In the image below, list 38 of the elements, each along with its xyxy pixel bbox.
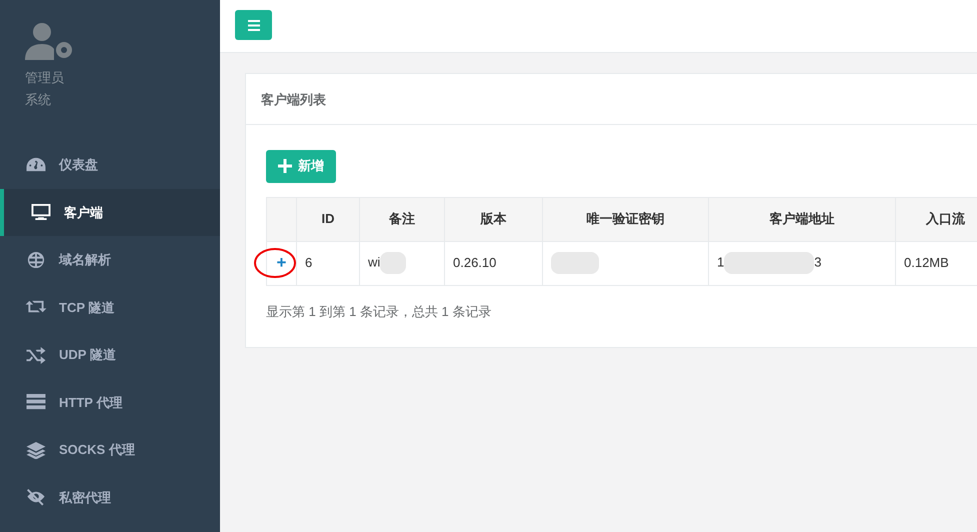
column-header: 唯一验证密钥 bbox=[542, 197, 708, 241]
column-header: 入口流 bbox=[896, 197, 977, 241]
user-role: 系统 bbox=[25, 90, 51, 108]
add-button[interactable]: 新增 bbox=[266, 150, 336, 182]
globe-icon bbox=[25, 250, 47, 269]
dashboard-icon bbox=[25, 156, 47, 174]
annotation-circle bbox=[253, 247, 297, 279]
eye-slash-icon bbox=[25, 488, 47, 506]
user-name: 管理员 bbox=[25, 69, 64, 87]
sidebar-item[interactable]: SOCKS 代理 bbox=[0, 426, 220, 474]
admin-user-icon bbox=[25, 22, 75, 62]
shuffle-icon bbox=[25, 346, 47, 364]
layers-icon bbox=[25, 440, 47, 459]
server-icon bbox=[25, 393, 47, 412]
expand-toggle[interactable]: + bbox=[276, 253, 286, 272]
column-header: 版本 bbox=[444, 197, 542, 241]
table-cell: 1 bbox=[717, 254, 724, 270]
table-cell: 6 bbox=[305, 255, 312, 270]
table-cell: 3 bbox=[814, 254, 822, 270]
pagination-info: 显示第 1 到第 1 条记录，总共 1 条记录 bbox=[266, 302, 492, 320]
sidebar-item[interactable]: 域名解析 bbox=[0, 236, 220, 284]
sidebar-item[interactable]: UDP 隧道 bbox=[0, 331, 220, 378]
sidebar-item[interactable]: 客户端 bbox=[0, 188, 220, 236]
table-cell: 0.12MB bbox=[904, 255, 949, 270]
sidebar-item[interactable]: HTTP 代理 bbox=[0, 378, 220, 426]
column-header: 客户端地址 bbox=[708, 197, 896, 241]
plus-icon bbox=[278, 159, 292, 173]
monitor-icon bbox=[30, 203, 52, 222]
sidebar-item[interactable]: TCP 隧道 bbox=[0, 284, 220, 331]
sidebar-item[interactable]: 仪表盘 bbox=[0, 141, 220, 188]
table-cell: 0.26.10 bbox=[453, 255, 496, 270]
menu-button[interactable] bbox=[235, 10, 272, 40]
menu-icon bbox=[248, 20, 260, 32]
sidebar-item[interactable]: 私密代理 bbox=[0, 474, 220, 521]
panel-title: 客户端列表 bbox=[246, 74, 977, 124]
table-cell: wi bbox=[368, 254, 380, 270]
column-header: 备注 bbox=[360, 197, 444, 241]
column-header: ID bbox=[296, 197, 360, 241]
